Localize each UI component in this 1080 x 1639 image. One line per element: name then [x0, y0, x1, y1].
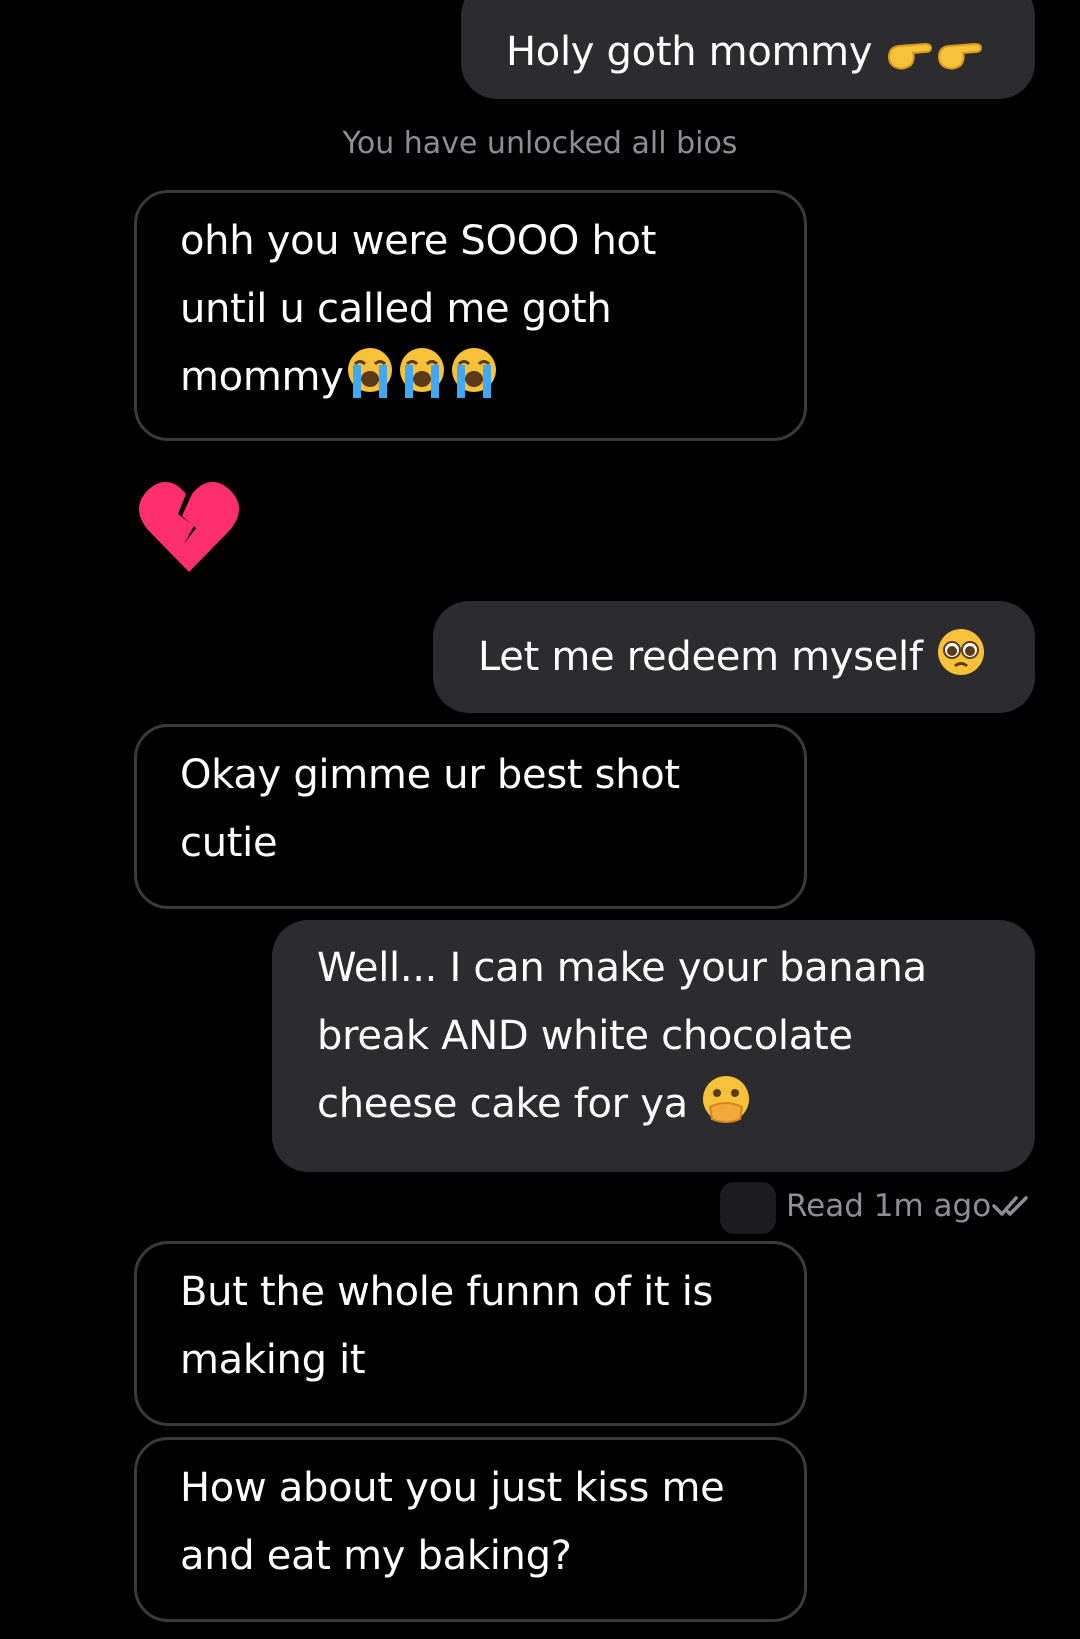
message-text: Holy goth mommy	[506, 29, 873, 75]
chat-thread: Holy goth mommy You have unlocked all bi…	[0, 0, 1080, 1639]
message-text: Okay gimme ur best shot cutie	[180, 752, 680, 866]
message-bubble-sent[interactable]: Well... I can make your banana break AND…	[272, 920, 1035, 1172]
message-bubble-sent[interactable]: Let me redeem myself	[433, 601, 1035, 713]
avatar[interactable]	[720, 1182, 776, 1234]
loudly-crying-face-icon	[347, 348, 392, 398]
loudly-crying-face-icon	[451, 348, 496, 398]
loudly-crying-face-icon	[399, 348, 444, 398]
double-check-icon	[992, 1196, 1028, 1216]
pleading-face-icon	[938, 629, 985, 675]
message-text: How about you just kiss me and eat my ba…	[180, 1465, 725, 1579]
message-bubble-received[interactable]: Okay gimme ur best shot cutie	[134, 724, 807, 909]
backhand-pointing-right-icon	[937, 42, 982, 70]
message-bubble-received[interactable]: How about you just kiss me and eat my ba…	[134, 1437, 807, 1622]
message-bubble-sent[interactable]: Holy goth mommy	[461, 0, 1035, 99]
system-note: You have unlocked all bios	[342, 126, 738, 161]
message-text: But the whole funnn of it is making it	[180, 1269, 714, 1383]
message-bubble-received[interactable]: ohh you were SOOO hot until u called me …	[134, 190, 807, 441]
face-with-open-eyes-and-hand-over-mouth-icon	[703, 1076, 750, 1123]
broken-heart-icon[interactable]	[134, 472, 244, 582]
message-text: Well... I can make your banana break AND…	[317, 945, 927, 1127]
read-receipt-text: Read 1m ago	[786, 1188, 992, 1224]
message-text: Let me redeem myself	[478, 634, 923, 680]
read-receipt: Read 1m ago	[720, 1182, 1040, 1236]
message-bubble-received[interactable]: But the whole funnn of it is making it	[134, 1241, 807, 1426]
backhand-pointing-right-icon	[887, 42, 932, 70]
